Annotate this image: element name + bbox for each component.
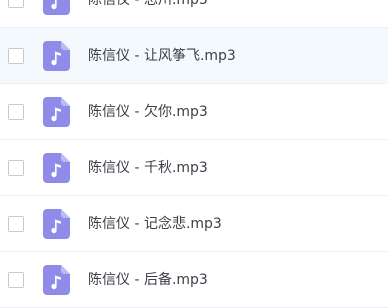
row-checkbox[interactable] — [8, 0, 24, 8]
music-file-icon — [43, 41, 70, 71]
file-row[interactable]: 陈信仪 - 忘川.mp3 — [0, 0, 388, 28]
file-list: 陈信仪 - 忘川.mp3 陈信仪 - 让风筝飞.mp3 陈信仪 - 欠你.mp3… — [0, 0, 388, 308]
file-row[interactable]: 陈信仪 - 记念悲.mp3 — [0, 196, 388, 252]
file-name[interactable]: 陈信仪 - 千秋.mp3 — [88, 140, 208, 196]
row-checkbox[interactable] — [8, 216, 24, 232]
row-checkbox[interactable] — [8, 272, 24, 288]
file-row[interactable]: 陈信仪 - 欠你.mp3 — [0, 84, 388, 140]
music-file-icon — [43, 97, 70, 127]
row-checkbox[interactable] — [8, 48, 24, 64]
file-name[interactable]: 陈信仪 - 欠你.mp3 — [88, 84, 208, 140]
row-checkbox[interactable] — [8, 104, 24, 120]
music-file-icon — [43, 265, 70, 295]
file-name[interactable]: 陈信仪 - 后备.mp3 — [88, 252, 208, 308]
file-row[interactable]: 陈信仪 - 后备.mp3 — [0, 252, 388, 308]
music-file-icon — [43, 153, 70, 183]
file-row[interactable]: 陈信仪 - 千秋.mp3 — [0, 140, 388, 196]
row-checkbox[interactable] — [8, 160, 24, 176]
file-name[interactable]: 陈信仪 - 让风筝飞.mp3 — [88, 28, 236, 84]
music-file-icon — [43, 0, 70, 15]
file-row[interactable]: 陈信仪 - 让风筝飞.mp3 — [0, 28, 388, 84]
file-name[interactable]: 陈信仪 - 记念悲.mp3 — [88, 196, 222, 252]
music-file-icon — [43, 209, 70, 239]
file-name[interactable]: 陈信仪 - 忘川.mp3 — [88, 0, 208, 28]
